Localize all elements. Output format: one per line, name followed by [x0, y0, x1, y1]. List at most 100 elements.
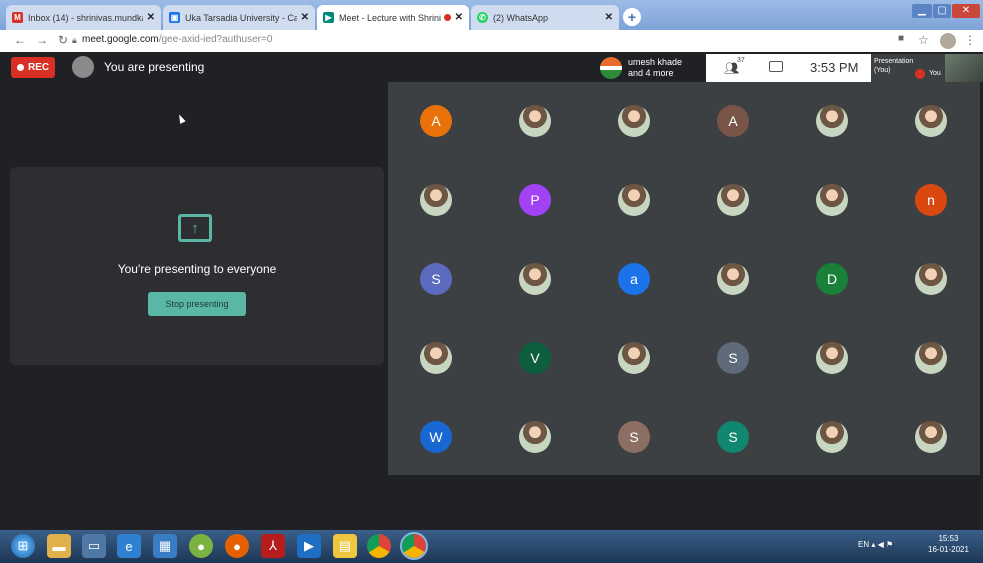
meeting-clock: 3:53 PM — [810, 60, 859, 75]
close-tab-icon[interactable]: ✕ — [455, 12, 463, 23]
folder-icon[interactable]: ▬ — [47, 534, 71, 558]
self-tile-label: Presentation (You) — [874, 57, 913, 75]
address-bar: ← → ↻ 🔒︎ meet.google.com/gee-axid-ied?au… — [0, 30, 983, 53]
participant-avatar[interactable]: A — [717, 105, 749, 137]
participant-avatar[interactable] — [816, 184, 848, 216]
acrobat-icon[interactable]: ⅄ — [261, 534, 285, 558]
participant-avatar[interactable]: S — [618, 421, 650, 453]
picture-viewer-icon[interactable]: ▦ — [153, 534, 177, 558]
participant-grid: A A Pn Sa D V S W S S — [388, 82, 980, 475]
tab-calendar[interactable]: ▣ Uka Tarsadia University - Calend ✕ — [163, 5, 315, 30]
camera-icon[interactable]: ■ — [898, 33, 904, 44]
presenting-message: You're presenting to everyone — [117, 262, 277, 276]
close-tab-icon[interactable]: ✕ — [605, 12, 613, 23]
new-tab-button[interactable]: + — [623, 8, 641, 26]
firefox-icon[interactable]: ● — [225, 534, 249, 558]
self-view-tile[interactable]: Presentation (You) You — [871, 54, 983, 82]
reload-icon[interactable]: ↻ — [58, 33, 68, 47]
self-tile-label-line2: (You) — [874, 67, 891, 74]
participant-avatar[interactable] — [717, 184, 749, 216]
video-player-icon[interactable]: ▶ — [297, 534, 321, 558]
rec-label: REC — [27, 62, 50, 73]
speaker-more: and 4 more — [628, 68, 674, 78]
close-tab-icon[interactable]: ✕ — [301, 12, 309, 23]
participant-avatar[interactable] — [915, 342, 947, 374]
participant-avatar[interactable]: a — [618, 263, 650, 295]
participant-avatar[interactable]: S — [717, 342, 749, 374]
recording-badge: REC — [11, 57, 55, 78]
chrome-active-icon[interactable] — [400, 532, 428, 560]
participant-avatar[interactable] — [915, 263, 947, 295]
menu-dots-icon[interactable]: ⋮ — [964, 33, 976, 47]
tab-gmail[interactable]: M Inbox (14) - shrinivas.mundkar@ ✕ — [6, 5, 161, 30]
taskbar-clock[interactable]: 15:53 16-01-2021 — [928, 533, 969, 555]
url-field[interactable]: meet.google.com/gee-axid-ied?authuser=0 — [82, 34, 272, 45]
record-dot-icon — [16, 64, 24, 71]
system-tray: EN ▴ ◀ ⚑ — [858, 540, 894, 549]
presentation-card: ↑ You're presenting to everyone Stop pre… — [10, 167, 384, 365]
profile-avatar[interactable] — [940, 33, 956, 49]
participant-avatar[interactable] — [816, 421, 848, 453]
whatsapp-icon: ✆ — [477, 12, 488, 23]
participant-avatar[interactable]: S — [420, 263, 452, 295]
meet-window: REC You are presenting umesh khade and 4… — [0, 52, 983, 530]
participant-avatar[interactable] — [420, 184, 452, 216]
speaker-avatar — [600, 57, 622, 79]
media-player-icon[interactable]: ● — [189, 534, 213, 558]
chrome-icon[interactable] — [367, 534, 391, 558]
tab-title: Uka Tarsadia University - Calend — [185, 12, 297, 23]
participant-avatar[interactable] — [915, 421, 947, 453]
taskbar-time: 15:53 — [938, 534, 959, 543]
bookmark-star-icon[interactable]: ☆ — [918, 33, 929, 47]
present-screen-icon: ↑ — [178, 214, 212, 242]
participant-avatar[interactable]: D — [816, 263, 848, 295]
participant-avatar[interactable] — [816, 105, 848, 137]
participant-avatar[interactable]: n — [915, 184, 947, 216]
participant-avatar[interactable]: P — [519, 184, 551, 216]
back-arrow-icon[interactable]: ← — [14, 33, 26, 47]
url-path: /gee-axid-ied?authuser=0 — [158, 34, 273, 45]
tab-whatsapp[interactable]: ✆ (2) WhatsApp ✕ — [471, 5, 619, 30]
maximize-button[interactable]: ▢ — [933, 4, 951, 18]
self-video — [945, 54, 983, 82]
self-you-label: You — [929, 70, 941, 77]
participant-avatar[interactable] — [717, 263, 749, 295]
recording-dot-icon — [443, 14, 451, 21]
presenter-avatar — [72, 56, 94, 78]
participant-avatar[interactable] — [519, 105, 551, 137]
participant-avatar[interactable]: A — [420, 105, 452, 137]
gmail-icon: M — [12, 12, 23, 23]
participant-avatar[interactable]: V — [519, 342, 551, 374]
language-indicator[interactable]: EN — [858, 540, 869, 549]
participant-avatar[interactable]: S — [717, 421, 749, 453]
close-window-button[interactable]: ✕ — [952, 4, 980, 18]
internet-explorer-icon[interactable]: e — [117, 534, 141, 558]
participant-avatar[interactable] — [519, 421, 551, 453]
start-button-icon[interactable]: ⊞ — [11, 534, 35, 558]
meet-toolbar: 👥︎ 37 3:53 PM — [706, 54, 871, 82]
computer-icon[interactable]: ▭ — [82, 534, 106, 558]
self-tile-label-line1: Presentation — [874, 58, 914, 65]
active-speaker[interactable]: umesh khade and 4 more — [598, 55, 706, 82]
tab-title: Inbox (14) - shrinivas.mundkar@ — [28, 12, 143, 23]
participant-avatar[interactable] — [816, 342, 848, 374]
minimize-button[interactable]: ▁ — [912, 4, 932, 18]
participant-avatar[interactable] — [519, 263, 551, 295]
tab-title: Meet - Lecture with Shriniva — [339, 12, 441, 23]
stop-presenting-button[interactable]: Stop presenting — [148, 292, 246, 316]
participant-avatar[interactable] — [420, 342, 452, 374]
participant-avatar[interactable] — [618, 105, 650, 137]
close-tab-icon[interactable]: ✕ — [147, 12, 155, 23]
participant-avatar[interactable] — [915, 105, 947, 137]
speaker-label: umesh khade and 4 more — [628, 57, 682, 79]
people-count: 37 — [737, 57, 745, 64]
mic-off-icon — [915, 69, 925, 79]
forward-arrow-icon[interactable]: → — [36, 33, 48, 47]
browser-tab-strip: M Inbox (14) - shrinivas.mundkar@ ✕ ▣ Uk… — [0, 0, 983, 30]
participant-avatar[interactable] — [618, 184, 650, 216]
tab-meet[interactable]: ▶ Meet - Lecture with Shriniva ✕ — [317, 5, 469, 30]
notes-icon[interactable]: ▤ — [333, 534, 357, 558]
participant-avatar[interactable] — [618, 342, 650, 374]
participant-avatar[interactable]: W — [420, 421, 452, 453]
chat-icon[interactable] — [769, 61, 783, 72]
